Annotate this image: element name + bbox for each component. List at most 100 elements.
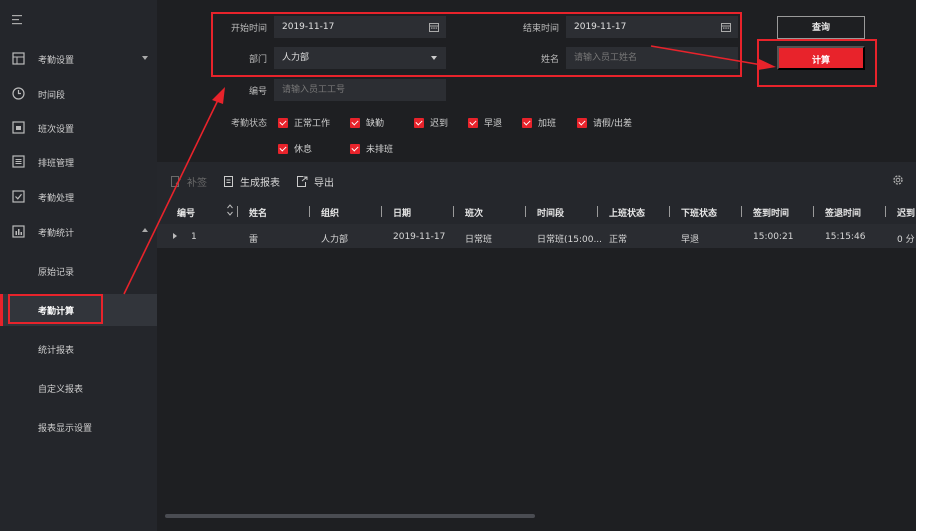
employee-id-label: 编号: [248, 87, 267, 97]
generate-report-button[interactable]: 生成报表: [224, 174, 280, 189]
sidebar-item-shift-settings[interactable]: 班次设置: [0, 112, 157, 144]
checkbox-label: 未排班: [366, 145, 394, 155]
status-checkbox-rest[interactable]: 休息: [278, 142, 312, 155]
sidebar-item-attendance-processing[interactable]: 考勤处理: [0, 181, 157, 213]
expand-row-icon[interactable]: [173, 233, 177, 239]
cell-clock-in-status: 正常: [609, 235, 628, 245]
sidebar-item-schedule-management[interactable]: 排班管理: [0, 146, 157, 178]
department-value: 人力部: [282, 53, 310, 63]
column-header-clock-out-status[interactable]: 下班状态: [681, 206, 717, 219]
sidebar-subitem-statistics-report[interactable]: 统计报表: [0, 333, 157, 365]
menu-toggle-icon[interactable]: [12, 15, 24, 25]
column-header-time-period[interactable]: 时间段: [537, 206, 564, 219]
column-separator[interactable]: [885, 206, 886, 217]
column-separator[interactable]: [453, 206, 454, 217]
statistics-icon: [12, 225, 25, 238]
calendar-icon[interactable]: [721, 22, 731, 32]
sidebar-subitem-label: 自定义报表: [38, 385, 84, 395]
toolbar-label: 补签: [187, 178, 207, 189]
checkbox-checked-icon: [577, 117, 587, 128]
edit-document-icon: [171, 176, 181, 187]
checkbox-label: 请假/出差: [593, 119, 633, 129]
cell-id: 1: [191, 232, 197, 242]
horizontal-scrollbar[interactable]: [165, 514, 535, 518]
end-time-input[interactable]: 2019-11-17: [566, 16, 738, 38]
employee-id-input[interactable]: 请输入员工工号: [274, 79, 446, 101]
cell-time-period: 日常班(15:00...: [537, 235, 603, 245]
column-header-clock-in-status[interactable]: 上班状态: [609, 206, 645, 219]
checkbox-checked-icon: [414, 117, 424, 128]
supplement-sign-button[interactable]: 补签: [171, 174, 207, 189]
column-header-organization[interactable]: 组织: [321, 206, 339, 219]
end-time-label: 结束时间: [522, 24, 559, 34]
chevron-down-icon: [431, 56, 437, 60]
sidebar-subitem-custom-report[interactable]: 自定义报表: [0, 372, 157, 404]
department-select[interactable]: 人力部: [274, 47, 446, 69]
sidebar-item-label: 排班管理: [38, 159, 75, 169]
gear-icon[interactable]: [892, 174, 904, 186]
employee-id-placeholder: 请输入员工工号: [282, 85, 346, 95]
checkbox-label: 正常工作: [294, 119, 331, 129]
column-separator[interactable]: [381, 206, 382, 217]
checkbox-checked-icon: [468, 117, 478, 128]
sidebar-subitem-attendance-calculation[interactable]: 考勤计算: [0, 294, 157, 326]
column-separator[interactable]: [237, 206, 238, 217]
column-separator[interactable]: [597, 206, 598, 217]
sidebar-subitem-report-display-settings[interactable]: 报表显示设置: [0, 411, 157, 443]
shift-calendar-icon: [12, 121, 25, 134]
column-header-late[interactable]: 迟到: [897, 206, 916, 219]
export-icon: [297, 176, 308, 187]
checkbox-label: 缺勤: [366, 119, 385, 129]
sidebar-subitem-raw-records[interactable]: 原始记录: [0, 255, 157, 287]
export-button[interactable]: 导出: [297, 174, 334, 189]
checkbox-checked-icon: [278, 117, 288, 128]
checkbox-checked-icon: [522, 117, 532, 128]
cell-date: 2019-11-17: [393, 232, 446, 242]
cell-sign-in-time: 15:00:21: [753, 232, 794, 242]
query-button[interactable]: 查询: [777, 16, 865, 39]
column-header-name[interactable]: 姓名: [249, 206, 267, 219]
status-checkbox-absent[interactable]: 缺勤: [350, 116, 384, 129]
end-time-value: 2019-11-17: [574, 22, 627, 32]
sidebar-item-label: 考勤处理: [38, 194, 75, 204]
status-checkbox-leave-trip[interactable]: 请假/出差: [577, 116, 632, 129]
status-checkbox-late[interactable]: 迟到: [414, 116, 448, 129]
status-checkbox-early-leave[interactable]: 早退: [468, 116, 502, 129]
name-input[interactable]: 请输入员工姓名: [566, 47, 738, 69]
settings-grid-icon: [12, 52, 25, 65]
sidebar-item-time-period[interactable]: 时间段: [0, 78, 157, 110]
status-checkbox-overtime[interactable]: 加班: [522, 116, 556, 129]
department-label: 部门: [248, 55, 267, 65]
cell-name: 雷: [249, 235, 259, 245]
sort-icon[interactable]: [227, 203, 233, 217]
cell-sign-out-time: 15:15:46: [825, 232, 866, 242]
column-header-date[interactable]: 日期: [393, 206, 411, 219]
clock-icon: [12, 87, 25, 100]
column-header-sign-out-time[interactable]: 签退时间: [825, 206, 861, 219]
calculate-button[interactable]: 计算: [777, 46, 865, 70]
cell-clock-out-status: 早退: [681, 235, 700, 245]
main-panel: 开始时间 2019-11-17 结束时间 2019-11-17 查询 部门 人力…: [157, 0, 916, 531]
column-header-sign-in-time[interactable]: 签到时间: [753, 206, 789, 219]
checkbox-checked-icon: [350, 143, 360, 154]
toolbar-label: 生成报表: [240, 178, 280, 189]
sidebar-item-attendance-statistics[interactable]: 考勤统计: [0, 216, 157, 248]
column-separator[interactable]: [525, 206, 526, 217]
sidebar-subitem-label: 考勤计算: [38, 307, 75, 317]
column-separator[interactable]: [309, 206, 310, 217]
calendar-icon[interactable]: [429, 22, 439, 32]
column-header-shift[interactable]: 班次: [465, 206, 483, 219]
table-row[interactable]: 1 雷 人力部 2019-11-17 日常班 日常班(15:00... 正常 早…: [157, 224, 916, 248]
column-separator[interactable]: [813, 206, 814, 217]
sidebar-item-attendance-settings[interactable]: 考勤设置: [0, 43, 157, 75]
column-separator[interactable]: [669, 206, 670, 217]
column-header-id[interactable]: 编号: [177, 206, 195, 219]
column-separator[interactable]: [741, 206, 742, 217]
sidebar-item-label: 班次设置: [38, 125, 75, 135]
checkbox-checked-icon: [350, 117, 360, 128]
chevron-up-icon: [142, 228, 148, 232]
status-checkbox-normal[interactable]: 正常工作: [278, 116, 330, 129]
start-time-input[interactable]: 2019-11-17: [274, 16, 446, 38]
status-checkbox-unscheduled[interactable]: 未排班: [350, 142, 393, 155]
checkbox-label: 早退: [484, 119, 503, 129]
